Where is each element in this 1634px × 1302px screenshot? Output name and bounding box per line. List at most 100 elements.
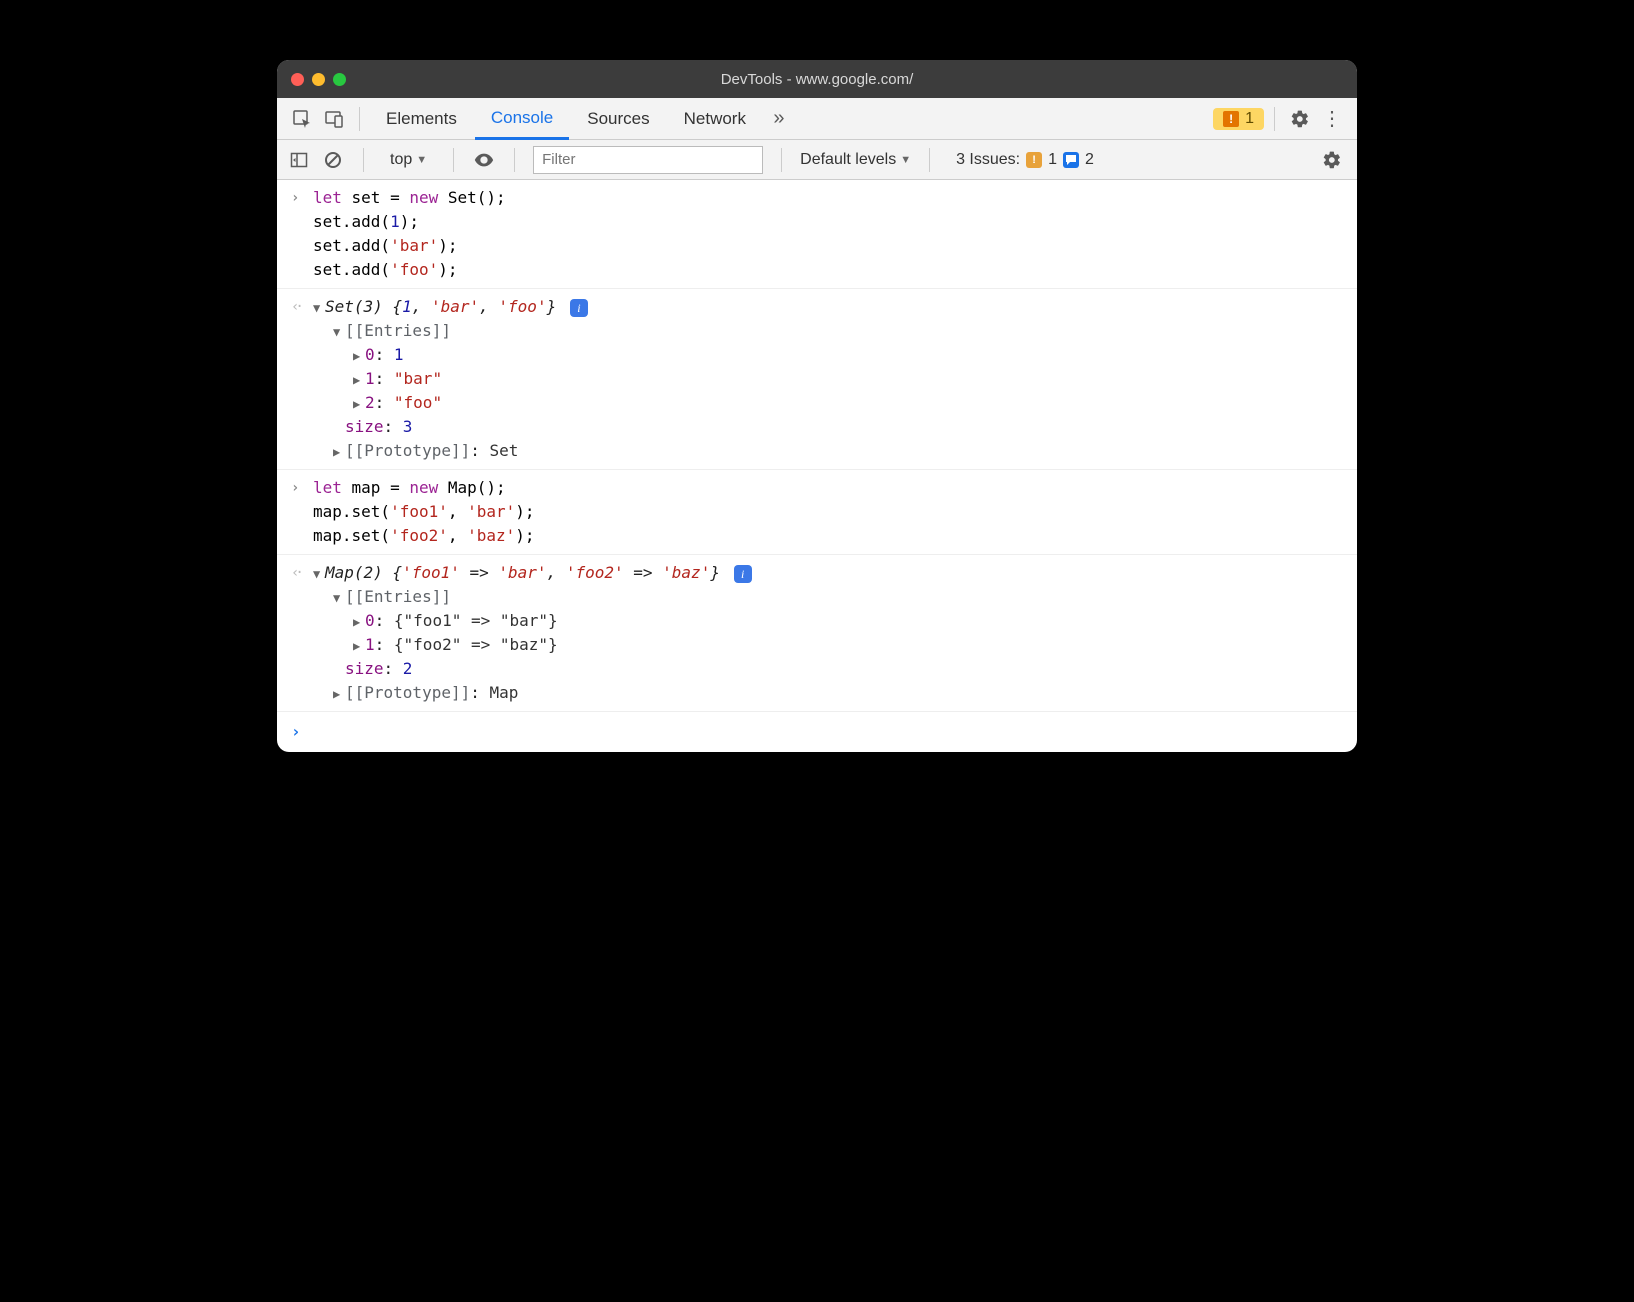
- code-map: let map = new Map(); map.set('foo1', 'ba…: [313, 476, 1343, 548]
- entry-val: {"foo1" => "bar"}: [394, 611, 558, 630]
- issues-warn-count: 1: [1048, 151, 1057, 169]
- set-result: Set(3) {1, 'bar', 'foo'} i [[Entries]] 0…: [313, 295, 1343, 463]
- proto-label: [[Prototype]]: [345, 441, 470, 460]
- tab-sources[interactable]: Sources: [571, 98, 665, 140]
- entries-label: [[Entries]]: [345, 587, 451, 606]
- chevron-down-icon: ▼: [416, 154, 427, 166]
- proto-val: Set: [490, 441, 519, 460]
- separator: [1274, 107, 1275, 131]
- entry-val: 1: [394, 345, 404, 364]
- tab-elements[interactable]: Elements: [370, 98, 473, 140]
- set-val-1: 'bar': [431, 297, 479, 316]
- titlebar: DevTools - www.google.com/: [277, 60, 1357, 98]
- proto-val: Map: [490, 683, 519, 702]
- map-k0: 'foo1': [402, 563, 460, 582]
- size-val: 2: [403, 659, 413, 678]
- entry-key: 1: [365, 635, 375, 654]
- disclosure-triangle-icon[interactable]: [353, 371, 365, 389]
- kebab-menu-icon[interactable]: ⋮: [1317, 106, 1347, 131]
- close-window-button[interactable]: [291, 73, 304, 86]
- live-expression-eye-icon[interactable]: [472, 148, 496, 172]
- info-chat-icon: [1063, 152, 1079, 168]
- issues-button[interactable]: 3 Issues: ! 1 2: [948, 151, 1102, 169]
- filter-input[interactable]: [533, 146, 763, 174]
- chevron-down-icon: ▼: [900, 154, 911, 166]
- maximize-window-button[interactable]: [333, 73, 346, 86]
- disclosure-triangle-icon[interactable]: [353, 637, 365, 655]
- clear-console-icon[interactable]: [321, 148, 345, 172]
- entry-key: 1: [365, 369, 375, 388]
- map-result: Map(2) {'foo1' => 'bar', 'foo2' => 'baz'…: [313, 561, 1343, 705]
- separator: [514, 148, 515, 172]
- console-output: let set = new Set(); set.add(1); set.add…: [277, 180, 1357, 752]
- arrow: =>: [624, 563, 663, 582]
- size-label: size: [345, 659, 384, 678]
- input-chevron-icon: [291, 186, 313, 282]
- separator: [453, 148, 454, 172]
- console-output-row[interactable]: Map(2) {'foo1' => 'bar', 'foo2' => 'baz'…: [277, 555, 1357, 712]
- log-levels-selector[interactable]: Default levels ▼: [800, 151, 911, 169]
- console-input-row[interactable]: let map = new Map(); map.set('foo1', 'ba…: [277, 470, 1357, 555]
- map-summary-suffix: }: [710, 563, 720, 582]
- size-val: 3: [403, 417, 413, 436]
- sidebar-toggle-icon[interactable]: [287, 148, 311, 172]
- separator: [359, 107, 360, 131]
- entries-label: [[Entries]]: [345, 321, 451, 340]
- separator: [363, 148, 364, 172]
- info-icon[interactable]: i: [734, 565, 752, 583]
- issues-info-count: 2: [1085, 151, 1094, 169]
- device-toolbar-icon[interactable]: [319, 104, 349, 134]
- tab-network[interactable]: Network: [668, 98, 762, 140]
- disclosure-triangle-icon[interactable]: [313, 565, 325, 583]
- tab-console[interactable]: Console: [475, 98, 569, 140]
- console-toolbar: top ▼ Default levels ▼ 3 Issues: ! 1 2: [277, 140, 1357, 180]
- disclosure-triangle-icon[interactable]: [333, 589, 345, 607]
- input-chevron-icon: [291, 476, 313, 548]
- console-input-row[interactable]: let set = new Set(); set.add(1); set.add…: [277, 180, 1357, 289]
- separator: [929, 148, 930, 172]
- execution-context-selector[interactable]: top ▼: [382, 151, 435, 169]
- levels-label: Default levels: [800, 151, 896, 169]
- output-chevron-icon: [291, 561, 313, 705]
- window-title: DevTools - www.google.com/: [277, 71, 1357, 88]
- settings-gear-icon[interactable]: [1285, 109, 1315, 129]
- map-k1: 'foo2': [566, 563, 624, 582]
- disclosure-triangle-icon[interactable]: [353, 613, 365, 631]
- main-tabs: Elements Console Sources Network » ! 1 ⋮: [277, 98, 1357, 140]
- entry-val: "foo": [394, 393, 442, 412]
- issues-label: 3 Issues:: [956, 151, 1020, 169]
- inspect-element-icon[interactable]: [287, 104, 317, 134]
- console-settings-gear-icon[interactable]: [1317, 150, 1347, 170]
- disclosure-triangle-icon[interactable]: [333, 685, 345, 703]
- disclosure-triangle-icon[interactable]: [333, 323, 345, 341]
- code-set: let set = new Set(); set.add(1); set.add…: [313, 186, 1343, 282]
- entry-key: 2: [365, 393, 375, 412]
- arrow: =>: [460, 563, 499, 582]
- set-summary-suffix: }: [547, 297, 557, 316]
- info-icon[interactable]: i: [570, 299, 588, 317]
- warnings-count: 1: [1245, 110, 1254, 128]
- disclosure-triangle-icon[interactable]: [353, 347, 365, 365]
- exclamation-icon: !: [1223, 111, 1239, 127]
- context-label: top: [390, 151, 412, 169]
- console-output-row[interactable]: Set(3) {1, 'bar', 'foo'} i [[Entries]] 0…: [277, 289, 1357, 470]
- more-tabs-icon[interactable]: »: [764, 104, 794, 134]
- entry-key: 0: [365, 345, 375, 364]
- map-v0: 'bar': [498, 563, 546, 582]
- output-chevron-icon: [291, 295, 313, 463]
- size-label: size: [345, 417, 384, 436]
- entry-val: "bar": [394, 369, 442, 388]
- separator: [781, 148, 782, 172]
- traffic-lights: [291, 73, 346, 86]
- set-summary-prefix: Set(3) {: [325, 297, 402, 316]
- minimize-window-button[interactable]: [312, 73, 325, 86]
- entry-key: 0: [365, 611, 375, 630]
- console-prompt[interactable]: ›: [277, 712, 1357, 752]
- set-val-2: 'foo': [498, 297, 546, 316]
- warnings-badge[interactable]: ! 1: [1213, 108, 1264, 130]
- disclosure-triangle-icon[interactable]: [353, 395, 365, 413]
- disclosure-triangle-icon[interactable]: [313, 299, 325, 317]
- proto-label: [[Prototype]]: [345, 683, 470, 702]
- exclamation-icon: !: [1026, 152, 1042, 168]
- disclosure-triangle-icon[interactable]: [333, 443, 345, 461]
